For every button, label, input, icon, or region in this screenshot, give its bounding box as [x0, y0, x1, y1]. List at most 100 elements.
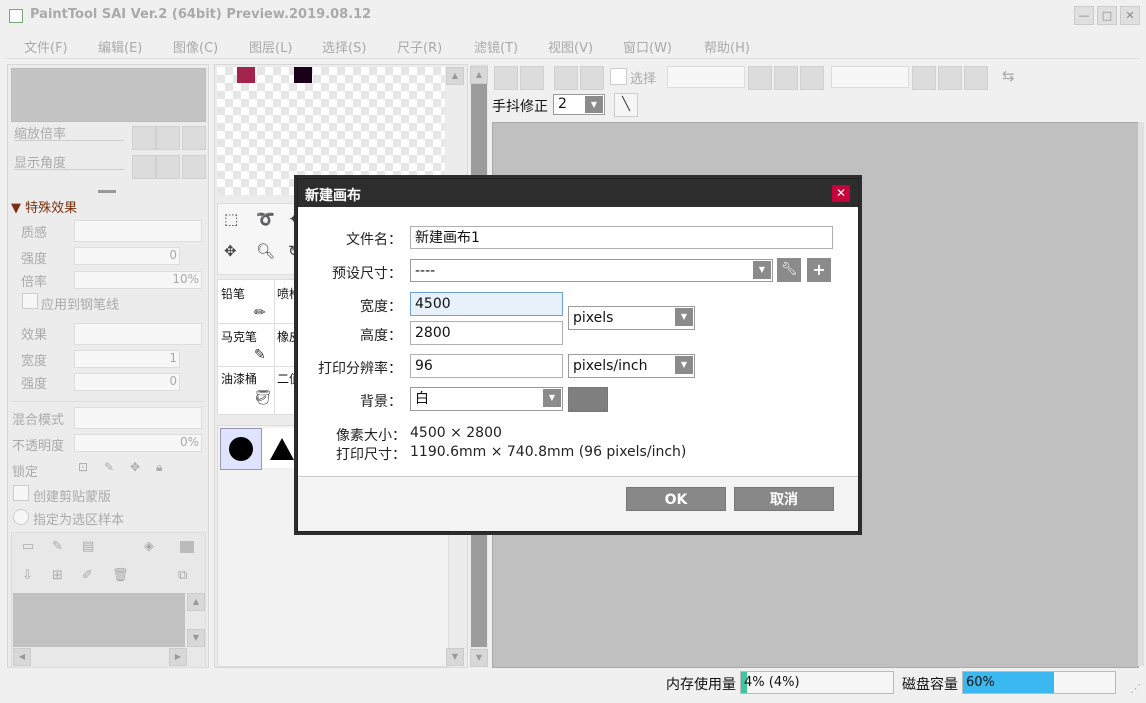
vscroll-down-button[interactable]: ▼: [470, 649, 488, 667]
lock-move-icon[interactable]: ✥: [130, 460, 140, 474]
new-pen-layer-icon[interactable]: ✎: [52, 539, 63, 554]
menu-image[interactable]: 图像(C): [173, 37, 218, 56]
zoom-reset-button[interactable]: [182, 126, 206, 150]
delete-layer-icon[interactable]: 🗑︎: [112, 568, 129, 583]
zoom-icon[interactable]: 🔍︎: [256, 242, 275, 260]
straight-line-icon[interactable]: ╲: [614, 93, 638, 117]
transfer-icon[interactable]: ⧉: [178, 568, 187, 583]
effect-select[interactable]: [74, 323, 202, 345]
layer-scroll-up[interactable]: ▲: [187, 593, 205, 611]
resize-grip-icon[interactable]: ⋰: [1130, 682, 1141, 695]
filename-input[interactable]: 新建画布1: [410, 226, 833, 249]
menu-select[interactable]: 选择(S): [322, 37, 366, 56]
layer-list[interactable]: [13, 593, 185, 647]
swatch-scroll-up[interactable]: ▲: [446, 67, 464, 85]
selection-source-radio[interactable]: [13, 509, 29, 525]
rotate-right-button[interactable]: [156, 155, 180, 179]
zoom-fit-button[interactable]: [800, 66, 824, 90]
texture-select[interactable]: [74, 220, 202, 242]
menu-window[interactable]: 窗口(W): [623, 37, 672, 56]
move-icon[interactable]: ✥: [224, 242, 237, 260]
new-layer-icon[interactable]: ▭: [22, 539, 34, 554]
toolbar-select-1[interactable]: [667, 66, 745, 88]
scale-field[interactable]: 10%: [74, 271, 202, 289]
invert-selection-button[interactable]: [580, 66, 604, 90]
zoom-out-button[interactable]: [132, 126, 156, 150]
zoom-slider[interactable]: [14, 140, 124, 141]
strength-field[interactable]: 0: [74, 247, 180, 265]
lock-draw-icon[interactable]: ✎: [104, 460, 114, 474]
opacity-field[interactable]: 0%: [74, 434, 202, 452]
clipping-mask-checkbox[interactable]: [13, 485, 29, 501]
lasso-icon[interactable]: ➰: [256, 210, 275, 228]
panel-splitter[interactable]: [98, 190, 116, 193]
new-folder-icon[interactable]: ▤: [82, 539, 94, 554]
rotate-cw-button[interactable]: [938, 66, 962, 90]
brush-circle-option[interactable]: [220, 428, 262, 470]
layer-scroll-down[interactable]: ▼: [187, 629, 205, 647]
tool-marker[interactable]: 马克笔: [221, 328, 257, 345]
blend-mode-select[interactable]: [74, 407, 202, 429]
width-input[interactable]: 4500: [410, 292, 563, 316]
rotate-ccw-button[interactable]: [912, 66, 936, 90]
layer-scroll-right[interactable]: ▶: [169, 648, 187, 666]
mask-icon[interactable]: ◈: [144, 539, 154, 554]
undo-button[interactable]: [494, 66, 518, 90]
background-color-swatch[interactable]: [568, 387, 608, 412]
height-input[interactable]: 2800: [410, 321, 563, 345]
dialog-close-button[interactable]: ✕: [832, 185, 850, 202]
strength2-field[interactable]: 0: [74, 373, 180, 391]
angle-slider[interactable]: [14, 169, 124, 170]
ok-button[interactable]: OK: [626, 487, 726, 511]
lock-transparency-icon[interactable]: ⊡: [78, 460, 88, 474]
background-select[interactable]: 白 ▼: [410, 387, 563, 411]
apply-pen-checkbox[interactable]: [22, 293, 38, 309]
menu-edit[interactable]: 编辑(E): [98, 37, 142, 56]
dpi-unit-select[interactable]: pixels/inch ▼: [568, 354, 695, 378]
stabilizer-select[interactable]: 2 ▼: [553, 94, 605, 115]
tool-pencil[interactable]: 铅笔: [221, 285, 245, 302]
merge-down-icon[interactable]: ⇩: [22, 568, 33, 583]
wrench-icon[interactable]: 🔧︎: [777, 258, 801, 282]
effects-header[interactable]: ▼ 特殊效果: [11, 197, 77, 216]
maximize-button[interactable]: □: [1097, 6, 1117, 25]
vscroll-up-button[interactable]: ▲: [470, 66, 488, 84]
width-field[interactable]: 1: [74, 350, 180, 368]
minimize-button[interactable]: —: [1074, 6, 1094, 25]
preset-select[interactable]: ---- ▼: [410, 259, 773, 282]
color-swatches[interactable]: [217, 67, 445, 195]
zoom-minus-button[interactable]: [748, 66, 772, 90]
menu-layer[interactable]: 图层(L): [249, 37, 292, 56]
brush-triangle-option[interactable]: [262, 428, 302, 468]
redo-button[interactable]: [520, 66, 544, 90]
rotate-reset-button[interactable]: [182, 155, 206, 179]
deselect-button[interactable]: [554, 66, 578, 90]
flip-icon[interactable]: ⇆: [1002, 67, 1015, 85]
unit-select[interactable]: pixels ▼: [568, 306, 695, 330]
menu-file[interactable]: 文件(F): [24, 37, 68, 56]
zoom-plus-button[interactable]: [774, 66, 798, 90]
layer-scroll-left[interactable]: ◀: [13, 648, 31, 666]
menu-ruler[interactable]: 尺子(R): [397, 37, 442, 56]
layer-mask-icon[interactable]: [180, 541, 194, 553]
clear-layer-icon[interactable]: ✐: [82, 568, 93, 583]
brush-scroll-down[interactable]: ▼: [446, 648, 464, 666]
color-swatch[interactable]: [237, 67, 255, 83]
select-checkbox[interactable]: [610, 68, 627, 85]
zoom-in-button[interactable]: [156, 126, 180, 150]
rotate-reset-toolbar-button[interactable]: [964, 66, 988, 90]
rotate-left-button[interactable]: [132, 155, 156, 179]
add-layer-icon[interactable]: ⊞: [52, 568, 63, 583]
close-window-button[interactable]: ✕: [1120, 6, 1140, 25]
menu-help[interactable]: 帮助(H): [704, 37, 750, 56]
cancel-button[interactable]: 取消: [734, 487, 834, 511]
color-swatch[interactable]: [294, 67, 312, 83]
add-preset-icon[interactable]: +: [807, 258, 831, 282]
menu-view[interactable]: 视图(V): [548, 37, 593, 56]
tool-bucket[interactable]: 油漆桶: [221, 370, 257, 387]
lock-all-icon[interactable]: 🔒︎: [156, 460, 162, 475]
rect-select-icon[interactable]: ⬚: [224, 210, 238, 228]
toolbar-select-2[interactable]: [831, 66, 909, 88]
menu-filter[interactable]: 滤镜(T): [474, 37, 518, 56]
dpi-input[interactable]: 96: [410, 354, 563, 378]
